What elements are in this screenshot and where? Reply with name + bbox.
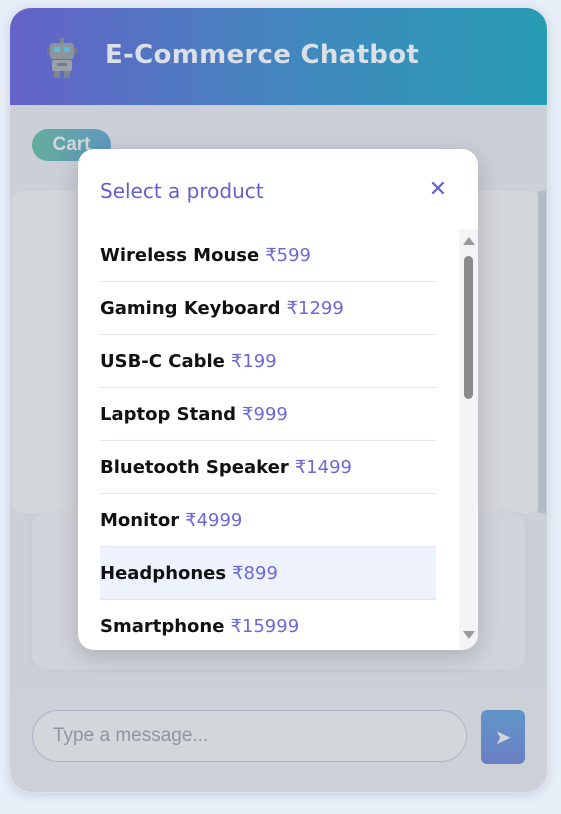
product-item[interactable]: Bluetooth Speaker ₹1499	[100, 441, 436, 494]
product-price: ₹4999	[185, 509, 243, 531]
product-item[interactable]: Smartphone ₹15999	[100, 600, 436, 650]
product-name: Laptop Stand	[100, 403, 237, 425]
product-name: Monitor	[100, 509, 180, 531]
product-select-modal: Select a product ✕ Wireless Mouse ₹599 G…	[78, 149, 478, 650]
product-list: Wireless Mouse ₹599 Gaming Keyboard ₹129…	[100, 229, 436, 650]
product-name: Headphones	[100, 562, 227, 584]
product-item[interactable]: USB-C Cable ₹199	[100, 335, 436, 388]
product-price: ₹1299	[286, 297, 344, 319]
product-name: Bluetooth Speaker	[100, 456, 289, 478]
product-price: ₹1499	[294, 456, 352, 478]
modal-title: Select a product	[100, 179, 264, 203]
product-item[interactable]: Monitor ₹4999	[100, 494, 436, 547]
product-list-scrollbar[interactable]	[459, 229, 478, 650]
product-price: ₹599	[265, 244, 312, 266]
scrollbar-thumb[interactable]	[464, 256, 473, 399]
product-price: ₹899	[232, 562, 278, 584]
scroll-down-arrow-icon[interactable]	[463, 631, 475, 639]
modal-backdrop-header	[10, 8, 547, 105]
product-item[interactable]: Gaming Keyboard ₹1299	[100, 282, 436, 335]
product-item-highlighted[interactable]: Headphones ₹899	[100, 547, 436, 600]
product-price: ₹999	[242, 403, 288, 425]
product-name: Gaming Keyboard	[100, 297, 281, 319]
product-name: USB-C Cable	[100, 350, 225, 372]
product-price: ₹15999	[230, 615, 300, 637]
product-item[interactable]: Wireless Mouse ₹599	[100, 229, 436, 282]
scroll-up-arrow-icon[interactable]	[463, 237, 475, 245]
product-item[interactable]: Laptop Stand ₹999	[100, 388, 436, 441]
product-name: Wireless Mouse	[100, 244, 260, 266]
close-icon[interactable]: ✕	[426, 177, 450, 202]
product-price: ₹199	[230, 350, 277, 372]
product-name: Smartphone	[100, 615, 225, 637]
